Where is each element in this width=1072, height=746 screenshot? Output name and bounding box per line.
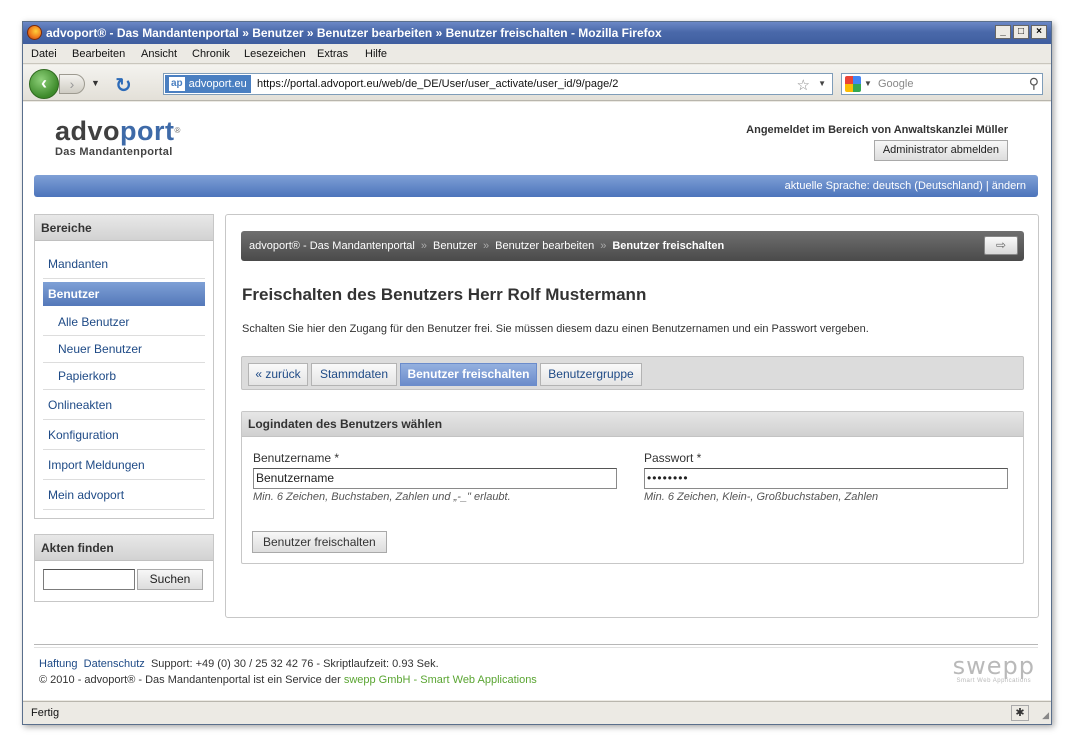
tab-benutzergruppe[interactable]: Benutzergruppe <box>540 363 642 386</box>
firefox-icon <box>27 25 42 40</box>
page-content: advoport® Das Mandantenportal Angemeldet… <box>23 102 1051 700</box>
file-search-input[interactable] <box>43 569 135 590</box>
history-dropdown-icon[interactable]: ▼ <box>91 78 100 88</box>
activate-user-button[interactable]: Benutzer freischalten <box>252 531 387 553</box>
username-hint: Min. 6 Zeichen, Buchstaben, Zahlen und „… <box>253 491 511 503</box>
breadcrumb-current: Benutzer freischalten <box>612 240 725 252</box>
swepp-logo-subtitle: Smart Web Applications <box>956 678 1032 684</box>
footer-copyright-text: © 2010 - advoport® - Das Mandantenportal… <box>39 674 341 686</box>
sidebar-item-onlineakten[interactable]: Onlineakten <box>43 390 205 420</box>
sidebar-item-konfiguration[interactable]: Konfiguration <box>43 420 205 450</box>
breadcrumb-separator: » <box>420 240 427 252</box>
status-text: Fertig <box>31 707 60 719</box>
password-hint: Min. 6 Zeichen, Klein-, Großbuchstaben, … <box>644 491 879 503</box>
addon-bug-icon[interactable]: ✱ <box>1011 705 1029 721</box>
bookmark-star-icon[interactable]: ☆ <box>797 76 810 94</box>
site-identity-label: advoport.eu <box>188 78 247 90</box>
maximize-button[interactable]: □ <box>1013 25 1029 39</box>
tab-bar: « zurück Stammdaten Benutzer freischalte… <box>241 356 1024 390</box>
browser-window: advoport® - Das Mandantenportal » Benutz… <box>22 21 1052 725</box>
sidebar-file-search: Akten finden Suchen <box>34 534 214 602</box>
footer-copyright: © 2010 - advoport® - Das Mandantenportal… <box>39 674 537 686</box>
username-field[interactable]: Benutzername <box>253 468 617 489</box>
menu-lesezeichen[interactable]: Lesezeichen <box>244 48 306 60</box>
search-input[interactable]: Google <box>878 78 913 90</box>
page-title: Freischalten des Benutzers Herr Rolf Mus… <box>242 285 647 304</box>
search-bar[interactable]: ▼ Google ⚲ <box>841 73 1043 95</box>
menu-bearbeiten[interactable]: Bearbeiten <box>72 48 125 60</box>
page-intro: Schalten Sie hier den Zugang für den Ben… <box>242 323 869 335</box>
site-identity-button[interactable]: ap advoport.eu <box>165 75 251 93</box>
footer-links: Haftung Datenschutz Support: +49 (0) 30 … <box>39 658 439 670</box>
search-magnifier-icon[interactable]: ⚲ <box>1029 75 1039 92</box>
sidebar-title: Bereiche <box>35 215 213 241</box>
resize-grip-icon[interactable]: ◢ <box>1042 710 1049 721</box>
sidebar-item-benutzer[interactable]: Benutzer <box>43 282 205 306</box>
minimize-button[interactable]: _ <box>995 25 1011 39</box>
title-bar: advoport® - Das Mandantenportal » Benutz… <box>23 22 1051 44</box>
menu-bar: Datei Bearbeiten Ansicht Chronik Lesezei… <box>23 44 1051 64</box>
form-title: Logindaten des Benutzers wählen <box>242 412 1023 437</box>
google-icon[interactable] <box>845 76 861 92</box>
share-arrow-icon[interactable]: ⇨ <box>984 236 1018 255</box>
breadcrumb-benutzer-bearbeiten[interactable]: Benutzer bearbeiten <box>495 240 594 252</box>
forward-arrow-icon[interactable]: › <box>59 74 85 94</box>
sidebar-item-papierkorb[interactable]: Papierkorb <box>43 363 205 390</box>
breadcrumb-home[interactable]: advoport® - Das Mandantenportal <box>249 240 415 252</box>
url-dropdown-icon[interactable]: ▼ <box>818 79 826 88</box>
file-search-title: Akten finden <box>35 535 213 561</box>
reload-icon[interactable]: ↻ <box>115 73 132 98</box>
search-engine-dropdown-icon[interactable]: ▼ <box>864 79 872 88</box>
menu-hilfe[interactable]: Hilfe <box>365 48 387 60</box>
menu-extras[interactable]: Extras <box>317 48 348 60</box>
tab-benutzer-freischalten[interactable]: Benutzer freischalten <box>400 363 537 386</box>
login-info: Angemeldet im Bereich von Anwaltskanzlei… <box>746 124 1008 136</box>
footer-divider <box>34 647 1038 648</box>
tab-stammdaten[interactable]: Stammdaten <box>311 363 397 386</box>
username-label: Benutzername * <box>253 451 340 465</box>
breadcrumb: advoport® - Das Mandantenportal » Benutzer… <box>241 231 1024 261</box>
menu-chronik[interactable]: Chronik <box>192 48 230 60</box>
main-panel: advoport® - Das Mandantenportal » Benutzer… <box>225 214 1039 618</box>
file-search-button[interactable]: Suchen <box>137 569 203 590</box>
window-title: advoport® - Das Mandantenportal » Benutz… <box>46 26 662 40</box>
footer-link-swepp[interactable]: swepp GmbH - Smart Web Applications <box>344 674 537 686</box>
navigation-toolbar: ‹ › ▼ ↻ ap advoport.eu https://portal.ad… <box>23 65 1051 101</box>
login-data-form: Logindaten des Benutzers wählen Benutzer… <box>241 411 1024 564</box>
language-bar[interactable]: aktuelle Sprache: deutsch (Deutschland) … <box>34 175 1038 197</box>
logo-text: advoport® <box>55 116 181 146</box>
status-bar: Fertig ✱ ◢ <box>23 701 1051 724</box>
back-arrow-icon[interactable]: ‹ <box>29 69 59 99</box>
footer-support: Support: +49 (0) 30 / 25 32 42 76 - Skri… <box>150 658 439 670</box>
sidebar-item-mandanten[interactable]: Mandanten <box>43 249 205 279</box>
menu-ansicht[interactable]: Ansicht <box>141 48 177 60</box>
breadcrumb-separator: » <box>483 240 490 252</box>
close-button[interactable]: × <box>1031 25 1047 39</box>
logo-tagline: Das Mandantenportal <box>55 146 173 158</box>
breadcrumb-benutzer[interactable]: Benutzer <box>433 240 477 252</box>
swepp-logo-text: swepp <box>952 652 1035 680</box>
swepp-logo[interactable]: swepp Smart Web Applications <box>953 654 1035 684</box>
sidebar-areas: Bereiche Mandanten Benutzer Alle Benutze… <box>34 214 214 519</box>
footer-divider <box>34 644 1038 645</box>
site-favicon-icon: ap <box>169 77 185 91</box>
tab-back[interactable]: « zurück <box>248 363 308 386</box>
breadcrumb-separator: » <box>600 240 607 252</box>
footer-link-haftung[interactable]: Haftung <box>39 658 78 670</box>
sidebar-item-mein-advoport[interactable]: Mein advoport <box>43 480 205 510</box>
password-field[interactable]: •••••••• <box>644 468 1008 489</box>
url-text[interactable]: https://portal.advoport.eu/web/de_DE/Use… <box>257 78 618 90</box>
password-label: Passwort * <box>644 451 702 465</box>
sidebar-item-neuer-benutzer[interactable]: Neuer Benutzer <box>43 336 205 363</box>
sidebar-item-alle-benutzer[interactable]: Alle Benutzer <box>43 309 205 336</box>
advoport-logo[interactable]: advoport® Das Mandantenportal <box>55 116 181 158</box>
menu-datei[interactable]: Datei <box>31 48 57 60</box>
logout-button[interactable]: Administrator abmelden <box>873 140 1008 161</box>
url-bar[interactable]: ap advoport.eu https://portal.advoport.e… <box>163 73 833 95</box>
footer-link-datenschutz[interactable]: Datenschutz <box>84 658 145 670</box>
sidebar-item-import-meldungen[interactable]: Import Meldungen <box>43 450 205 480</box>
